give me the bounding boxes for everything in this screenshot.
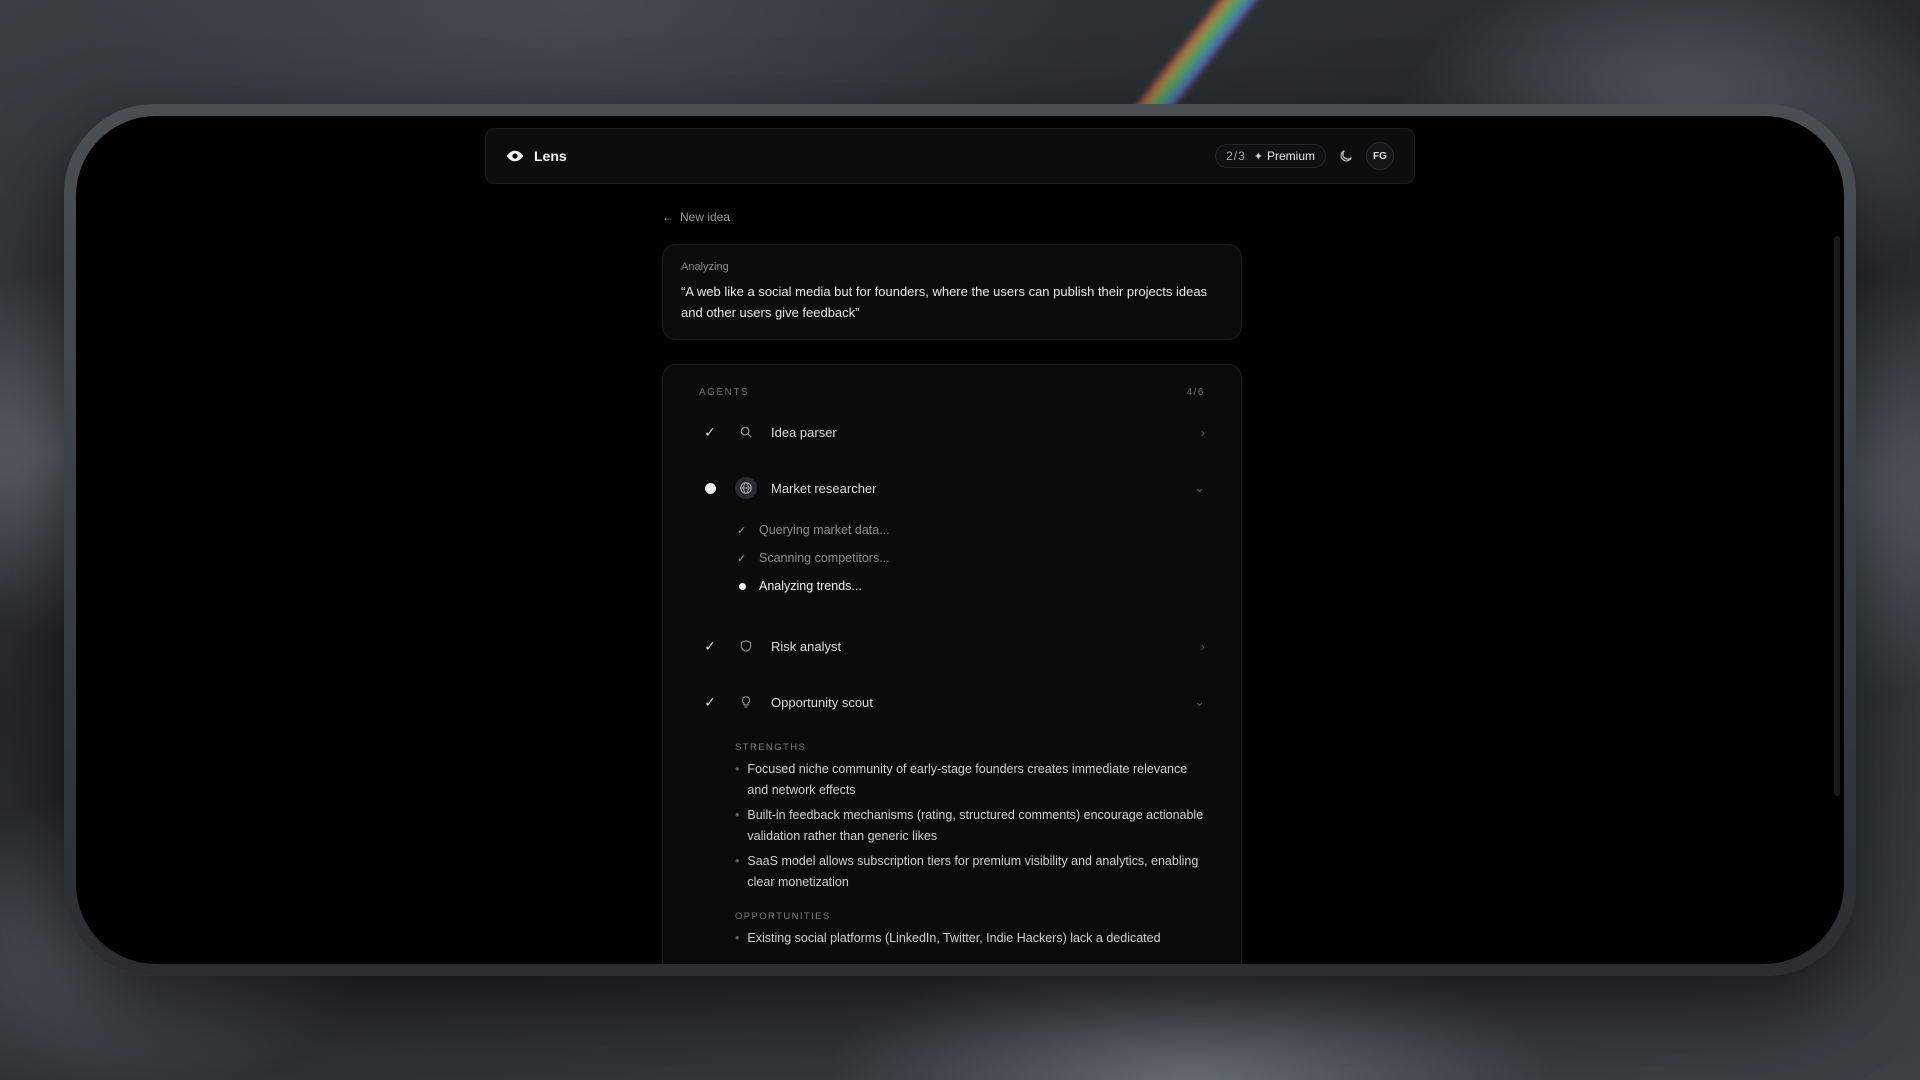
- agents-panel: AGENTS 4/6 ✓ Idea parser › Market resear…: [662, 364, 1242, 964]
- agent-name: Idea parser: [771, 424, 837, 440]
- chevron-down-icon[interactable]: ⌄: [1194, 480, 1205, 496]
- arrow-left-icon: ←: [662, 210, 674, 224]
- user-avatar[interactable]: FG: [1366, 142, 1394, 170]
- top-bar: Lens 2/3 ✦ Premium FG: [485, 128, 1415, 184]
- opportunities-title: OPPORTUNITIES: [735, 911, 831, 922]
- premium-label: Premium: [1266, 149, 1315, 163]
- step-item: ✓ Querying market data...: [737, 523, 890, 537]
- agent-row-market-researcher[interactable]: Market researcher ⌄: [699, 460, 1205, 516]
- idea-card: Analyzing “A web like a social media but…: [662, 244, 1242, 340]
- app-name: Lens: [534, 148, 567, 164]
- agent-name: Risk analyst: [771, 638, 842, 654]
- top-bar-actions: 2/3 ✦ Premium FG: [1215, 142, 1394, 170]
- sparkle-icon: ✦: [1253, 150, 1263, 163]
- strengths-title: STRENGTHS: [735, 742, 807, 753]
- check-icon: ✓: [704, 637, 716, 654]
- agent-row-risk-analyst[interactable]: ✓ Risk analyst ›: [699, 618, 1205, 674]
- check-icon: ✓: [737, 524, 747, 537]
- lightbulb-icon: [741, 696, 751, 708]
- agent-name: Opportunity scout: [771, 694, 873, 710]
- agents-title: AGENTS: [699, 387, 750, 398]
- idea-status-label: Analyzing: [681, 261, 729, 273]
- moon-icon[interactable]: [1338, 148, 1354, 164]
- app-screen: Lens 2/3 ✦ Premium FG ← New idea Analyzi…: [76, 116, 1844, 964]
- strengths-section: STRENGTHS • Focused niche community of e…: [699, 742, 1205, 949]
- shield-icon: [740, 640, 752, 652]
- brand[interactable]: Lens: [506, 147, 567, 165]
- running-dot-icon: [738, 582, 746, 590]
- chevron-right-icon[interactable]: ›: [1201, 425, 1205, 440]
- agents-progress: 4/6: [1186, 387, 1205, 398]
- agents-header: AGENTS 4/6: [699, 387, 1205, 398]
- usage-count: 2/3: [1226, 149, 1246, 163]
- agent-row-opportunity-scout[interactable]: ✓ Opportunity scout ⌄: [699, 674, 1205, 730]
- eye-icon: [506, 150, 524, 162]
- check-icon: ✓: [704, 423, 716, 440]
- agent-row-idea-parser[interactable]: ✓ Idea parser ›: [699, 404, 1205, 460]
- globe-icon: [740, 482, 752, 494]
- premium-button[interactable]: ✦ Premium: [1254, 149, 1315, 163]
- agent-name: Market researcher: [771, 480, 877, 496]
- usage-pill[interactable]: 2/3 ✦ Premium: [1215, 144, 1326, 168]
- chevron-right-icon[interactable]: ›: [1201, 639, 1205, 654]
- running-dot-icon: [704, 482, 716, 494]
- step-item: Analyzing trends...: [737, 572, 1205, 600]
- device-frame: Lens 2/3 ✦ Premium FG ← New idea Analyzi…: [64, 104, 1856, 976]
- step-item: ✓ Scanning competitors...: [737, 551, 890, 565]
- list-item: • Focused niche community of early-stage…: [735, 762, 1188, 797]
- list-item: • SaaS model allows subscription tiers f…: [735, 854, 1199, 889]
- check-icon: ✓: [704, 693, 716, 710]
- idea-text: “A web like a social media but for found…: [681, 284, 1208, 320]
- list-item: • Existing social platforms (LinkedIn, T…: [735, 931, 1161, 945]
- market-researcher-steps: ✓ Querying market data... ✓ Scanning com…: [699, 516, 1205, 600]
- chevron-down-icon[interactable]: ⌄: [1194, 694, 1205, 710]
- back-label: New idea: [680, 210, 731, 224]
- search-icon: [740, 426, 752, 438]
- scrollbar[interactable]: [1834, 236, 1840, 796]
- check-icon: ✓: [737, 552, 747, 565]
- list-item: • Built-in feedback mechanisms (rating, …: [735, 808, 1204, 843]
- back-new-idea-link[interactable]: ← New idea: [662, 210, 730, 224]
